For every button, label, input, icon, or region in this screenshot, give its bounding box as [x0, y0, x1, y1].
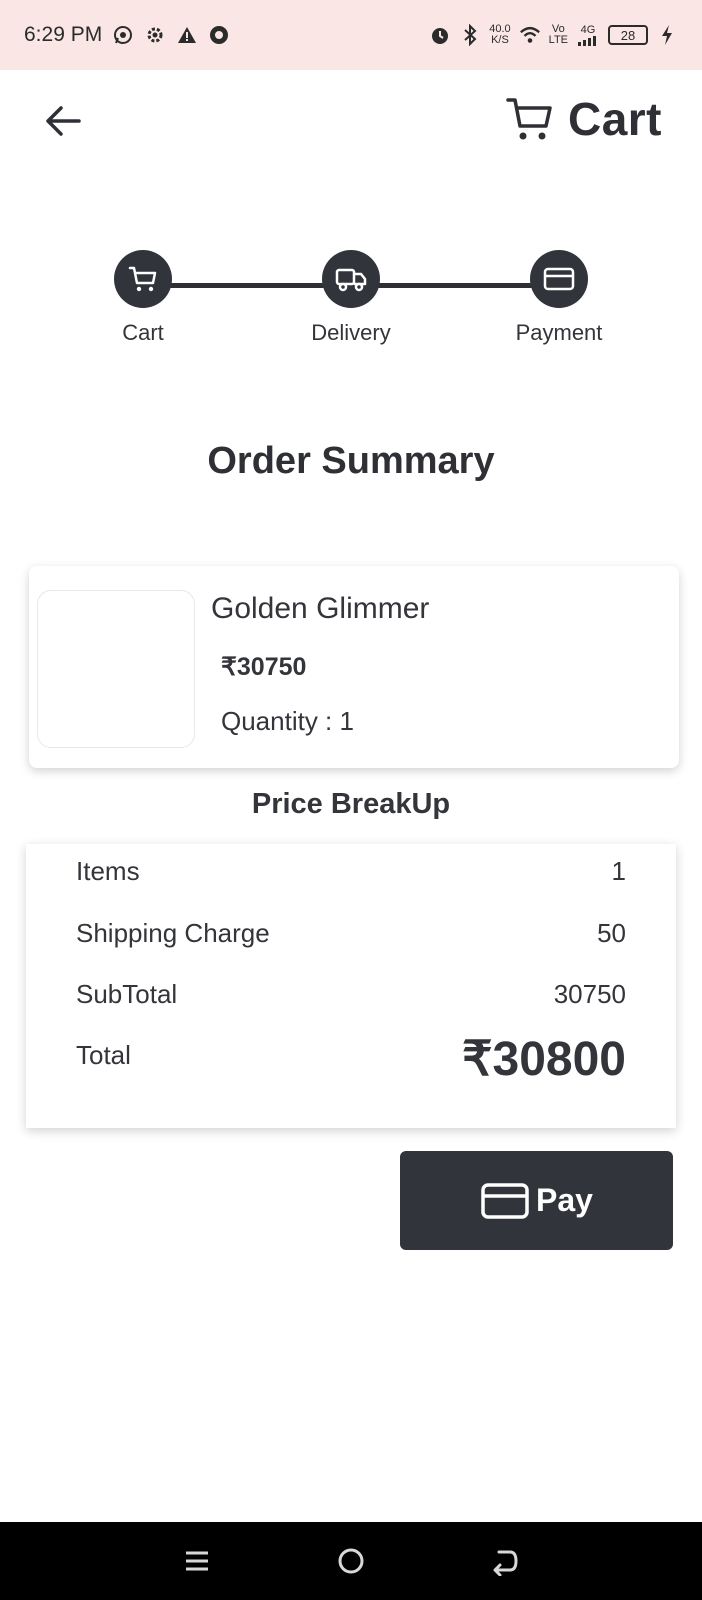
product-card[interactable]: Golden Glimmer ₹30750 Quantity : 1	[29, 566, 679, 768]
step-cart[interactable]: Cart	[63, 250, 223, 346]
price-row-total: Total ₹30800	[76, 1036, 626, 1084]
menu-icon	[186, 1551, 208, 1571]
charging-icon	[656, 24, 678, 46]
arrow-left-icon	[46, 106, 81, 136]
step-label: Delivery	[311, 320, 391, 345]
pay-button[interactable]: Pay	[400, 1151, 673, 1250]
price-row-items: Items 1	[76, 856, 626, 887]
back-icon	[493, 1550, 518, 1576]
status-bar-left: 6:29 PM	[24, 23, 230, 47]
network-speed-unit: K/S	[491, 34, 509, 46]
price-row-shipping: Shipping Charge 50	[76, 918, 626, 949]
battery-level: 28	[620, 27, 636, 43]
settings-icon	[144, 24, 166, 46]
page-title: Cart	[567, 93, 662, 145]
volte-bottom: LTE	[548, 34, 568, 46]
total-amount: ₹30800	[461, 1033, 626, 1086]
step-delivery[interactable]: Delivery	[271, 250, 431, 346]
cart-icon	[128, 266, 157, 292]
warning-icon	[176, 24, 198, 46]
price-row-value: 1	[611, 856, 626, 886]
alarm-icon	[429, 24, 451, 46]
step-circle	[114, 250, 172, 308]
price-breakup-title: Price BreakUp	[251, 788, 451, 820]
price-row-value: 30750	[553, 979, 626, 1009]
wifi-icon	[519, 24, 541, 46]
product-image	[37, 590, 195, 748]
checkout-stepper: Cart Delivery Payment	[0, 250, 702, 360]
home-button[interactable]	[326, 1536, 376, 1586]
step-circle	[322, 250, 380, 308]
cart-header: Cart	[504, 92, 662, 146]
product-price: ₹30750	[221, 653, 307, 681]
order-summary-title: Order Summary	[207, 440, 495, 482]
network-speed: 40.0 K/S	[489, 24, 510, 46]
price-row-label: Shipping Charge	[76, 918, 270, 948]
step-circle	[530, 250, 588, 308]
app-icon	[208, 24, 230, 46]
product-name: Golden Glimmer	[211, 592, 430, 625]
price-row-value: 50	[597, 918, 626, 948]
signal-icon	[578, 35, 596, 46]
pay-button-label: Pay	[536, 1182, 593, 1218]
price-row-label: Items	[76, 856, 140, 886]
back-button[interactable]	[38, 98, 88, 144]
price-row-label: SubTotal	[76, 979, 178, 1009]
back-nav-button[interactable]	[480, 1536, 530, 1586]
signal-indicator: 4G	[576, 23, 600, 46]
app-header: Cart	[0, 70, 702, 190]
status-bar-right: 40.0 K/S Vo LTE 4G 28	[429, 24, 678, 46]
step-label: Payment	[515, 320, 603, 345]
battery-indicator: 28	[608, 25, 648, 45]
price-row-subtotal: SubTotal 30750	[76, 979, 626, 1010]
credit-card-icon	[481, 1182, 529, 1219]
status-time: 6:29 PM	[24, 23, 103, 46]
whatsapp-icon	[112, 24, 134, 46]
cart-icon	[506, 98, 552, 140]
credit-card-icon	[543, 267, 575, 291]
step-label: Cart	[122, 320, 164, 345]
price-breakup-card: Items 1 Shipping Charge 50 SubTotal 3075…	[26, 844, 676, 1128]
signal-label: 4G	[580, 23, 596, 36]
product-quantity: Quantity : 1	[221, 706, 354, 736]
recent-apps-button[interactable]	[172, 1536, 222, 1586]
bluetooth-icon	[459, 24, 481, 46]
truck-icon	[335, 268, 367, 292]
status-bar: 6:29 PM 40.0 K/S Vo LTE 4G 28	[0, 0, 702, 70]
system-nav-bar	[0, 1522, 702, 1600]
price-row-label: Total	[76, 1040, 131, 1070]
step-payment[interactable]: Payment	[479, 250, 639, 346]
volte-indicator: Vo LTE	[549, 24, 568, 46]
home-circle-icon	[338, 1548, 364, 1574]
